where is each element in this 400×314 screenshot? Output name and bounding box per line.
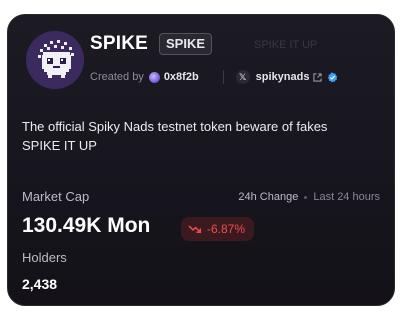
verified-badge-icon [327, 71, 338, 83]
description-line: SPIKE IT UP [22, 138, 97, 153]
price-change-value: -6.87% [207, 222, 246, 236]
x-icon: 𝕏 [235, 70, 250, 84]
creator-address-link[interactable]: 0x8f2b [164, 71, 199, 83]
created-by-label: Created by [90, 71, 144, 83]
token-ticker-badge: SPIKE [159, 33, 213, 55]
background-tagline: SPIKE IT UP [254, 39, 318, 51]
market-cap-value: 130.49K Mon [22, 214, 151, 237]
token-meta-row: Created by 0x8f2b 𝕏 spikynads [90, 69, 338, 85]
price-change-badge: -6.87% [181, 217, 255, 241]
external-link-icon[interactable] [313, 72, 323, 82]
market-cap-label: Market Cap [22, 189, 90, 204]
change-header: 24h Change Last 24 hours [238, 191, 380, 203]
change-label: 24h Change [238, 191, 299, 203]
spiky-creature-icon [26, 31, 84, 89]
token-description: The official Spiky Nads testnet token be… [22, 117, 382, 155]
meta-divider [222, 70, 224, 84]
token-card: SPIKE SPIKE SPIKE IT UP Created by 0x8f2… [7, 14, 395, 306]
token-name: SPIKE [90, 33, 149, 54]
token-avatar[interactable] [26, 31, 84, 89]
description-line: The official Spiky Nads testnet token be… [22, 119, 328, 134]
trend-down-icon [188, 224, 202, 234]
change-period-label: Last 24 hours [313, 191, 380, 203]
holders-value: 2,438 [22, 276, 58, 292]
creator-avatar [148, 71, 160, 83]
social-handle-link[interactable]: spikynads [256, 71, 310, 83]
holders-label: Holders [22, 250, 67, 265]
separator-dot [304, 195, 308, 199]
